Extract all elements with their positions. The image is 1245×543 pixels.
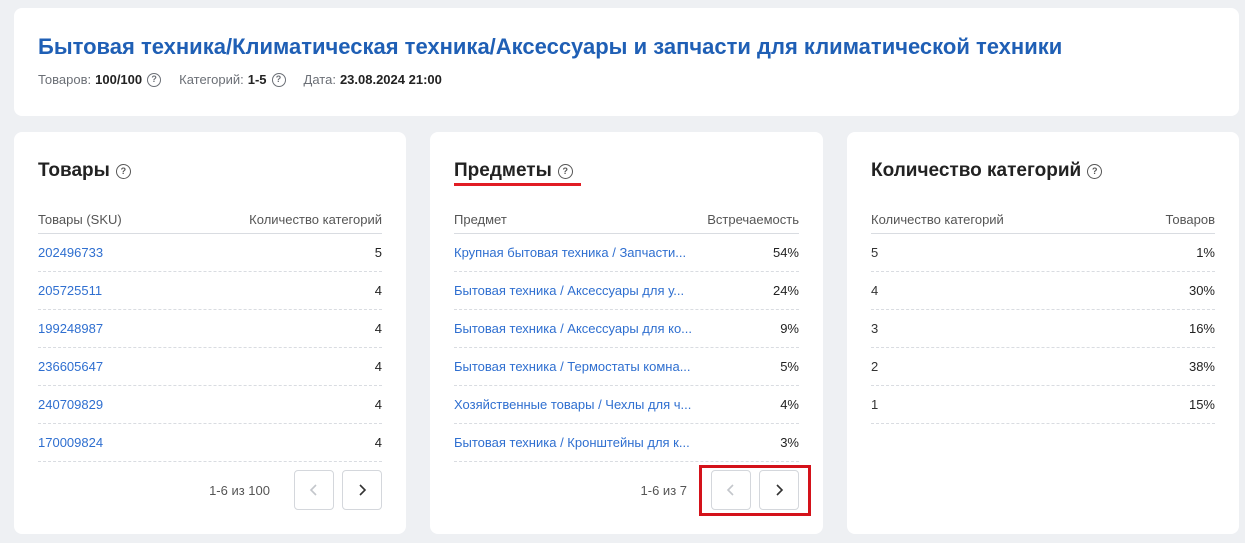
category-count-card-title-text: Количество категорий bbox=[871, 160, 1082, 181]
occurrence-cell: 9% bbox=[780, 321, 799, 336]
category-count-cell: 4 bbox=[374, 359, 382, 374]
sku-link[interactable]: 199248987 bbox=[38, 321, 103, 336]
column-header-subject: Предмет bbox=[454, 212, 507, 227]
date-meta: Дата: 23.08.2024 21:00 bbox=[304, 72, 442, 87]
header-card: Бытовая техника/Климатическая техника/Ак… bbox=[14, 8, 1239, 116]
goods-card: Товары ? Товары (SKU) Количество категор… bbox=[14, 132, 406, 534]
goods-share-cell: 16% bbox=[1188, 321, 1215, 336]
table-header: Количество категорий Товаров bbox=[871, 206, 1215, 234]
table-row: 236605647 4 bbox=[38, 348, 382, 386]
table-header: Товары (SKU) Количество категорий bbox=[38, 206, 382, 234]
occurrence-cell: 3% bbox=[780, 435, 799, 450]
category-count-cell: 5 bbox=[374, 245, 382, 260]
sku-link[interactable]: 240709829 bbox=[38, 397, 103, 412]
goods-card-title-text: Товары bbox=[38, 160, 110, 181]
table-row: 205725511 4 bbox=[38, 272, 382, 310]
active-title-underline bbox=[454, 183, 581, 186]
meta-row: Товаров: 100/100 ? Категорий: 1-5 ? Дата… bbox=[38, 72, 460, 87]
category-count-card-title: Количество категорий ? bbox=[871, 160, 1103, 182]
subject-link[interactable]: Бытовая техника / Термостаты комна... bbox=[454, 359, 691, 374]
goods-table: Товары (SKU) Количество категорий 202496… bbox=[38, 206, 382, 462]
category-count-cell: 3 bbox=[871, 321, 879, 336]
occurrence-cell: 54% bbox=[772, 245, 799, 260]
table-row: 4 30% bbox=[871, 272, 1215, 310]
table-row: 3 16% bbox=[871, 310, 1215, 348]
table-row: Бытовая техника / Термостаты комна... 5% bbox=[454, 348, 799, 386]
category-count-cell: 4 bbox=[374, 397, 382, 412]
category-count-cell: 4 bbox=[871, 283, 879, 298]
category-count-cell: 2 bbox=[871, 359, 879, 374]
goods-value: 100/100 bbox=[95, 72, 143, 87]
category-count-cell: 5 bbox=[871, 245, 879, 260]
table-row: 202496733 5 bbox=[38, 234, 382, 272]
category-count-cell: 1 bbox=[871, 397, 879, 412]
subject-link[interactable]: Крупная бытовая техника / Запчасти... bbox=[454, 245, 686, 260]
question-circle-icon[interactable]: ? bbox=[271, 72, 286, 87]
question-circle-icon[interactable]: ? bbox=[115, 163, 131, 179]
question-circle-icon[interactable]: ? bbox=[557, 163, 573, 179]
date-label: Дата: bbox=[303, 72, 336, 87]
subjects-card-title-text: Предметы bbox=[454, 160, 552, 181]
goods-share-cell: 15% bbox=[1188, 397, 1215, 412]
prev-page-button[interactable] bbox=[294, 470, 334, 510]
table-row: Бытовая техника / Кронштейны для к... 3% bbox=[454, 424, 799, 462]
goods-pagination: 1-6 из 100 bbox=[209, 470, 382, 510]
goods-share-cell: 1% bbox=[1196, 245, 1215, 260]
occurrence-cell: 5% bbox=[780, 359, 799, 374]
occurrence-cell: 24% bbox=[772, 283, 799, 298]
sku-link[interactable]: 170009824 bbox=[38, 435, 103, 450]
categories-meta: Категорий: 1-5 ? bbox=[179, 72, 286, 87]
subject-link[interactable]: Хозяйственные товары / Чехлы для ч... bbox=[454, 397, 691, 412]
goods-share-cell: 30% bbox=[1188, 283, 1215, 298]
question-circle-icon[interactable]: ? bbox=[1087, 163, 1103, 179]
goods-meta: Товаров: 100/100 ? bbox=[38, 72, 162, 87]
table-row: Крупная бытовая техника / Запчасти... 54… bbox=[454, 234, 799, 272]
goods-share-cell: 38% bbox=[1188, 359, 1215, 374]
table-row: 5 1% bbox=[871, 234, 1215, 272]
subject-link[interactable]: Бытовая техника / Аксессуары для ко... bbox=[454, 321, 692, 336]
chevron-right-icon bbox=[359, 484, 367, 496]
categories-label: Категорий: bbox=[179, 72, 244, 87]
column-header-category-count: Количество категорий bbox=[249, 212, 382, 227]
question-circle-icon[interactable]: ? bbox=[147, 72, 162, 87]
column-header-goods: Товаров bbox=[1165, 212, 1215, 227]
subjects-table: Предмет Встречаемость Крупная бытовая те… bbox=[454, 206, 799, 462]
subject-link[interactable]: Бытовая техника / Кронштейны для к... bbox=[454, 435, 690, 450]
pagination-range: 1-6 из 7 bbox=[640, 482, 687, 498]
page-title: Бытовая техника/Климатическая техника/Ак… bbox=[38, 34, 1063, 59]
chevron-left-icon bbox=[309, 484, 317, 496]
table-row: 1 15% bbox=[871, 386, 1215, 424]
category-count-cell: 4 bbox=[374, 321, 382, 336]
sku-link[interactable]: 205725511 bbox=[38, 283, 102, 298]
table-row: Бытовая техника / Аксессуары для ко... 9… bbox=[454, 310, 799, 348]
subject-link[interactable]: Бытовая техника / Аксессуары для у... bbox=[454, 283, 684, 298]
table-row: 240709829 4 bbox=[38, 386, 382, 424]
table-row: 199248987 4 bbox=[38, 310, 382, 348]
table-row: Бытовая техника / Аксессуары для у... 24… bbox=[454, 272, 799, 310]
category-count-table: Количество категорий Товаров 5 1% 4 30% … bbox=[871, 206, 1215, 424]
table-row: 2 38% bbox=[871, 348, 1215, 386]
categories-value: 1-5 bbox=[247, 72, 267, 87]
pagination-range: 1-6 из 100 bbox=[209, 482, 270, 498]
sku-link[interactable]: 236605647 bbox=[38, 359, 103, 374]
category-count-cell: 4 bbox=[374, 283, 382, 298]
next-page-button[interactable] bbox=[342, 470, 382, 510]
column-header-sku: Товары (SKU) bbox=[38, 212, 122, 227]
goods-card-title: Товары ? bbox=[38, 160, 131, 182]
column-header-category-count: Количество категорий bbox=[871, 212, 1004, 227]
category-count-cell: 4 bbox=[374, 435, 382, 450]
sku-link[interactable]: 202496733 bbox=[38, 245, 103, 260]
column-header-occurrence: Встречаемость bbox=[707, 212, 799, 227]
subjects-card-title: Предметы ? bbox=[454, 160, 573, 182]
table-row: 170009824 4 bbox=[38, 424, 382, 462]
annotation-highlight-box bbox=[699, 465, 811, 516]
goods-label: Товаров: bbox=[38, 72, 92, 87]
category-count-card: Количество категорий ? Количество катего… bbox=[847, 132, 1239, 534]
occurrence-cell: 4% bbox=[780, 397, 799, 412]
date-value: 23.08.2024 21:00 bbox=[339, 72, 442, 87]
table-header: Предмет Встречаемость bbox=[454, 206, 799, 234]
table-row: Хозяйственные товары / Чехлы для ч... 4% bbox=[454, 386, 799, 424]
